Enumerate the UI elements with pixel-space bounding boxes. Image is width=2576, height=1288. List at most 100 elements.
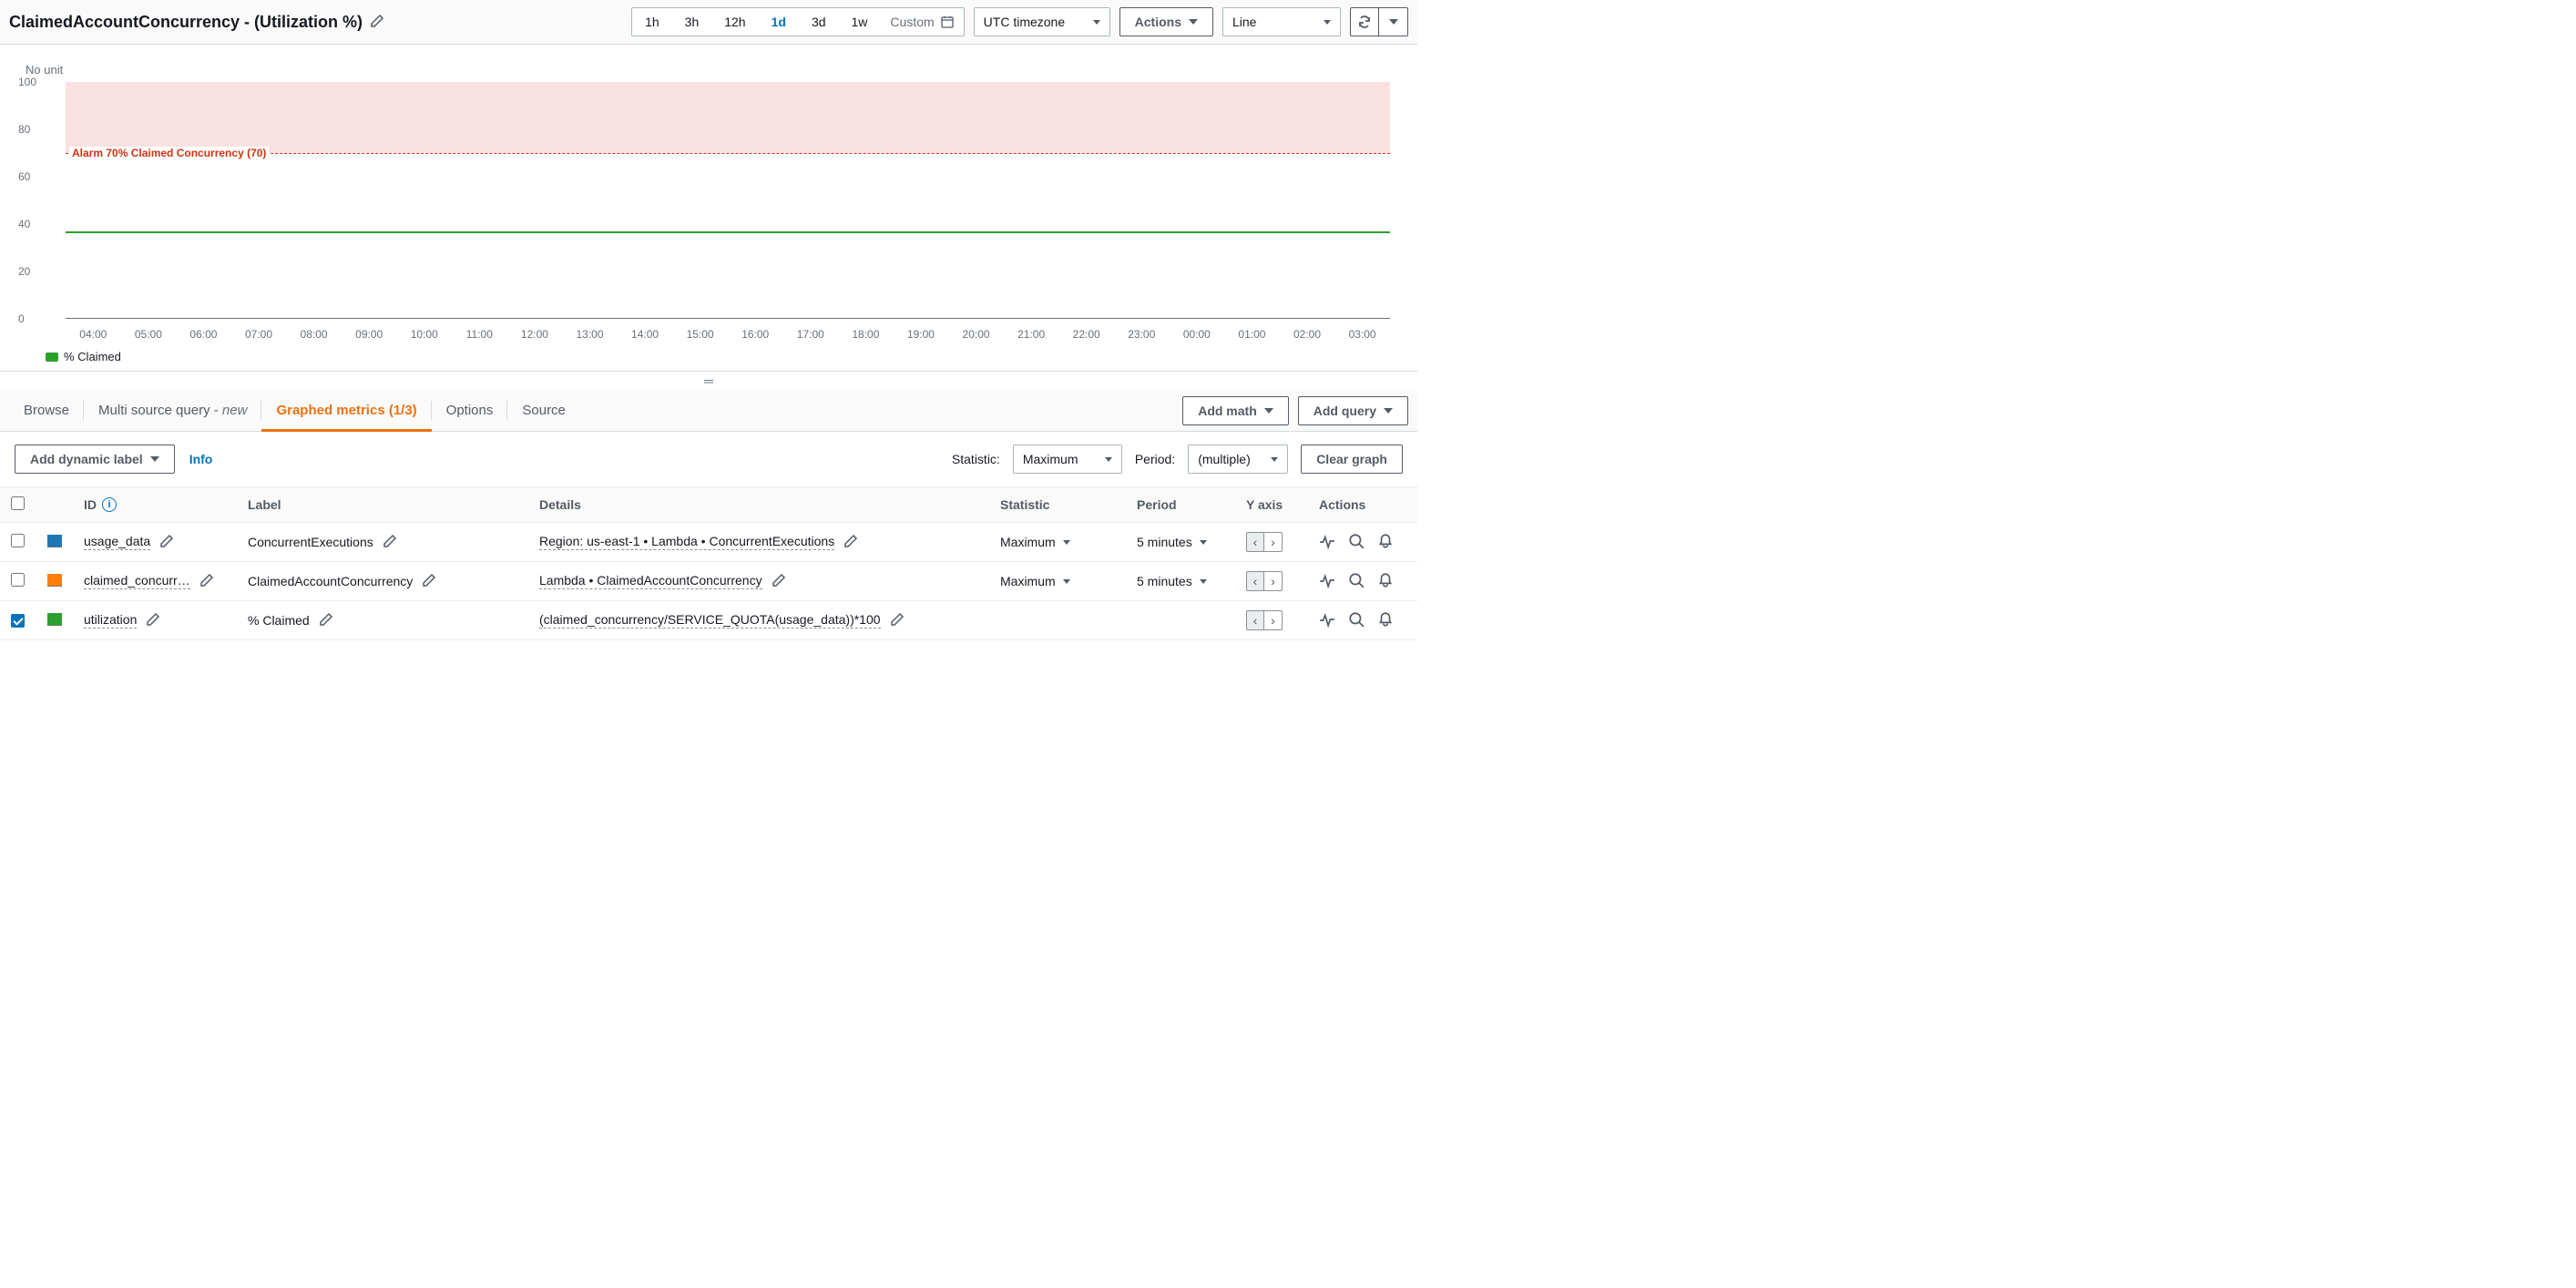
tabs-row: Browse Multi source query - new Graphed … xyxy=(0,390,1417,432)
row-checkbox[interactable] xyxy=(11,534,25,547)
x-tick: 13:00 xyxy=(562,328,618,341)
y-tick: 0 xyxy=(18,312,25,325)
row-checkbox[interactable] xyxy=(11,573,25,587)
y-tick: 20 xyxy=(18,265,30,278)
y-axis-right-button[interactable]: › xyxy=(1264,532,1283,552)
search-icon[interactable] xyxy=(1348,533,1365,552)
edit-icon[interactable] xyxy=(159,534,174,551)
pulse-icon[interactable] xyxy=(1319,533,1335,552)
refresh-button[interactable] xyxy=(1350,7,1379,36)
chevron-down-icon xyxy=(1093,20,1100,25)
chart-panel: No unit 100 80 60 40 20 0 Alarm 70% Clai… xyxy=(0,45,1417,372)
edit-icon[interactable] xyxy=(843,534,858,551)
series-color-swatch[interactable] xyxy=(47,574,62,587)
edit-icon[interactable] xyxy=(319,612,333,629)
y-axis-toggle: ‹› xyxy=(1246,610,1297,630)
info-icon[interactable]: i xyxy=(102,497,117,512)
x-tick: 22:00 xyxy=(1058,328,1114,341)
row-checkbox[interactable] xyxy=(11,614,25,628)
graph-type-select[interactable]: Line xyxy=(1222,7,1341,36)
search-icon[interactable] xyxy=(1348,572,1365,591)
time-range-3d[interactable]: 3d xyxy=(799,8,839,36)
table-row: claimed_concurr…ClaimedAccountConcurrenc… xyxy=(0,562,1417,601)
edit-icon[interactable] xyxy=(199,573,214,590)
time-range-1h[interactable]: 1h xyxy=(632,8,672,36)
y-axis-left-button[interactable]: ‹ xyxy=(1246,571,1264,591)
x-axis-ticks: 04:00 05:00 06:00 07:00 08:00 09:00 10:0… xyxy=(66,328,1390,341)
edit-title-icon[interactable] xyxy=(370,14,384,31)
clear-graph-button[interactable]: Clear graph xyxy=(1301,445,1403,474)
x-tick: 15:00 xyxy=(672,328,728,341)
pulse-icon[interactable] xyxy=(1319,572,1335,591)
edit-icon[interactable] xyxy=(383,534,397,551)
tab-multi-source-query[interactable]: Multi source query - new xyxy=(84,390,261,431)
period-select[interactable]: (multiple) xyxy=(1188,445,1288,474)
add-query-button[interactable]: Add query xyxy=(1298,396,1408,425)
row-actions xyxy=(1319,572,1406,591)
tab-browse[interactable]: Browse xyxy=(9,390,84,431)
timezone-select[interactable]: UTC timezone xyxy=(974,7,1110,36)
metric-details: Region: us-east-1 • Lambda • ConcurrentE… xyxy=(539,534,834,550)
refresh-dropdown-button[interactable] xyxy=(1379,7,1408,36)
row-actions xyxy=(1319,611,1406,630)
search-icon[interactable] xyxy=(1348,611,1365,630)
pulse-icon[interactable] xyxy=(1319,611,1335,630)
x-tick: 16:00 xyxy=(728,328,783,341)
x-tick: 11:00 xyxy=(452,328,507,341)
edit-icon[interactable] xyxy=(890,612,905,629)
series-color-swatch[interactable] xyxy=(47,613,62,626)
x-tick: 10:00 xyxy=(396,328,452,341)
series-color-swatch[interactable] xyxy=(47,535,62,547)
chart-plot-area[interactable]: 100 80 60 40 20 0 Alarm 70% Claimed Conc… xyxy=(66,82,1390,319)
timezone-value: UTC timezone xyxy=(984,15,1065,29)
bell-icon[interactable] xyxy=(1377,533,1394,552)
refresh-button-group xyxy=(1350,7,1408,36)
metric-label: % Claimed xyxy=(248,613,310,628)
y-axis-right-button[interactable]: › xyxy=(1264,571,1283,591)
statistic-cell-select[interactable]: Maximum xyxy=(1000,535,1115,549)
tab-graphed-metrics[interactable]: Graphed metrics (1/3) xyxy=(261,390,431,431)
time-range-12h[interactable]: 12h xyxy=(711,8,758,36)
header-id: ID xyxy=(84,497,97,512)
y-tick: 60 xyxy=(18,170,30,183)
statistic-select[interactable]: Maximum xyxy=(1013,445,1122,474)
bell-icon[interactable] xyxy=(1377,611,1394,630)
metric-details: (claimed_concurrency/SERVICE_QUOTA(usage… xyxy=(539,612,881,629)
title-wrap: ClaimedAccountConcurrency - (Utilization… xyxy=(9,13,384,32)
tab-options[interactable]: Options xyxy=(432,390,508,431)
x-tick: 21:00 xyxy=(1004,328,1059,341)
period-cell-select[interactable]: 5 minutes xyxy=(1137,574,1224,588)
edit-icon[interactable] xyxy=(772,573,786,590)
y-axis-right-button[interactable]: › xyxy=(1264,610,1283,630)
chevron-down-icon xyxy=(1189,19,1198,25)
metric-id: usage_data xyxy=(84,534,150,550)
time-range-1w[interactable]: 1w xyxy=(839,8,881,36)
select-all-checkbox[interactable] xyxy=(11,496,25,510)
y-tick: 40 xyxy=(18,218,30,230)
tab-source[interactable]: Source xyxy=(507,390,580,431)
chart-legend: % Claimed xyxy=(46,350,1408,363)
header-label: Label xyxy=(237,487,528,523)
time-range-1d[interactable]: 1d xyxy=(759,8,799,36)
x-tick: 23:00 xyxy=(1114,328,1170,341)
y-axis-left-button[interactable]: ‹ xyxy=(1246,532,1264,552)
resize-handle[interactable]: ═ xyxy=(0,372,1417,390)
actions-label: Actions xyxy=(1135,15,1181,29)
edit-icon[interactable] xyxy=(146,612,160,629)
time-range-3h[interactable]: 3h xyxy=(672,8,712,36)
x-tick: 00:00 xyxy=(1170,328,1225,341)
y-axis-toggle: ‹› xyxy=(1246,532,1297,552)
add-math-button[interactable]: Add math xyxy=(1182,396,1289,425)
info-link[interactable]: Info xyxy=(189,452,213,466)
table-row: utilization% Claimed(claimed_concurrency… xyxy=(0,601,1417,640)
x-tick: 03:00 xyxy=(1334,328,1390,341)
legend-label: % Claimed xyxy=(64,350,121,363)
add-dynamic-label-button[interactable]: Add dynamic label xyxy=(15,445,175,474)
y-axis-left-button[interactable]: ‹ xyxy=(1246,610,1264,630)
bell-icon[interactable] xyxy=(1377,572,1394,591)
edit-icon[interactable] xyxy=(422,573,436,590)
time-range-custom[interactable]: Custom xyxy=(880,8,963,36)
statistic-cell-select[interactable]: Maximum xyxy=(1000,574,1115,588)
actions-button[interactable]: Actions xyxy=(1119,7,1213,36)
period-cell-select[interactable]: 5 minutes xyxy=(1137,535,1224,549)
